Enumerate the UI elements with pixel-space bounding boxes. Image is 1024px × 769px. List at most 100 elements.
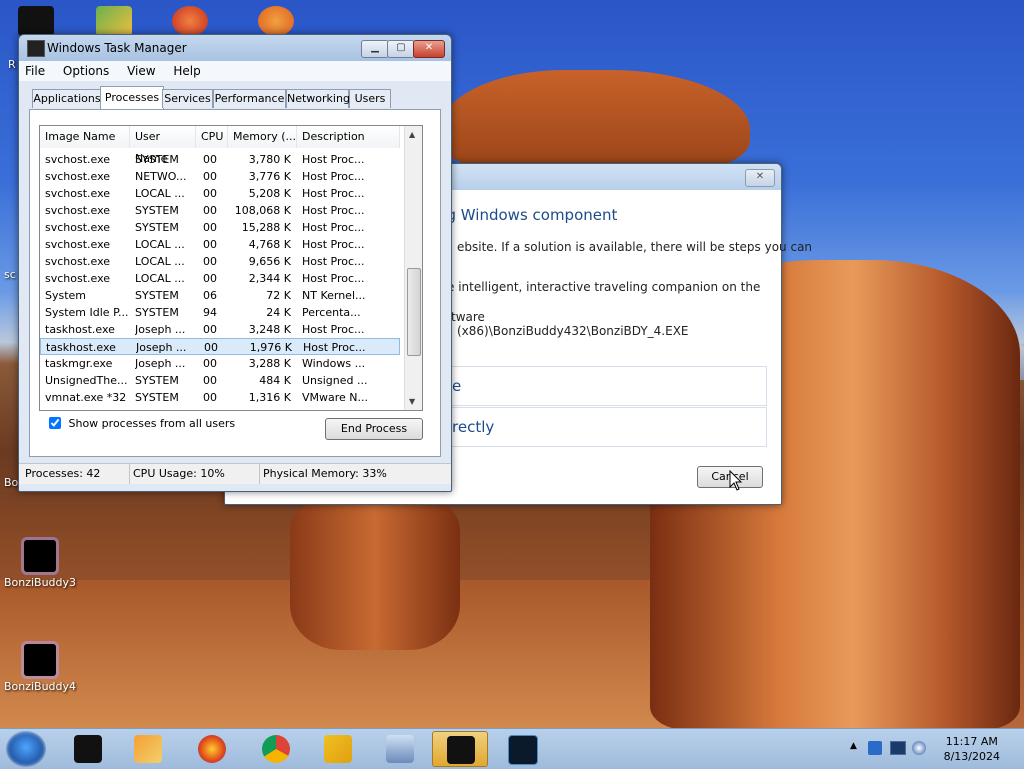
clock-time: 11:17 AM: [945, 735, 998, 748]
table-cell-cpu: 00: [203, 238, 217, 251]
app-icon[interactable]: [172, 6, 208, 36]
show-all-users-label[interactable]: Show processes from all users: [49, 417, 235, 430]
table-cell-mem: 5,208 K: [248, 187, 291, 200]
app2-icon[interactable]: [258, 6, 294, 36]
table-cell-user: Joseph ...: [136, 341, 187, 354]
column-header-image-name[interactable]: Image Name: [40, 126, 130, 148]
menu-bar: File Options View Help: [19, 61, 451, 81]
recycle-bin-icon[interactable]: [18, 6, 54, 36]
desktop-icon-bonzibuddy3[interactable]: BonziBuddy3: [0, 540, 80, 589]
table-cell-desc: Host Proc...: [302, 153, 365, 166]
close-button[interactable]: ✕: [413, 40, 445, 58]
dialog-close-button[interactable]: ✕: [745, 169, 775, 187]
menu-view[interactable]: View: [127, 64, 155, 78]
end-process-button[interactable]: End Process: [325, 418, 423, 440]
taskbar-item-keyboard-app[interactable]: [372, 731, 428, 767]
tab-processes[interactable]: Processes: [100, 86, 164, 109]
taskbar-item-firefox[interactable]: [184, 731, 240, 767]
clock[interactable]: 11:17 AM 8/13/2024: [944, 734, 1000, 764]
scrollbar-thumb[interactable]: [407, 268, 421, 356]
column-header-user-name[interactable]: User Name: [130, 126, 196, 165]
table-row[interactable]: svchost.exe SYSTEM 00 15,288 K Host Proc...: [40, 219, 400, 236]
table-row[interactable]: svchost.exe LOCAL ... 00 2,344 K Host Proc..…: [40, 270, 400, 287]
rock-formation: [290, 500, 460, 650]
tab-services[interactable]: Services: [162, 89, 213, 108]
table-cell-desc: Host Proc...: [302, 204, 365, 217]
table-cell-user: SYSTEM: [135, 289, 179, 302]
table-cell-mem: 72 K: [266, 289, 291, 302]
table-row[interactable]: UnsignedThe... SYSTEM 00 484 K Unsigned ...: [40, 372, 400, 389]
table-row[interactable]: svchost.exe SYSTEM 00 3,780 K Host Proc...: [40, 151, 400, 168]
table-cell-desc: Host Proc...: [302, 238, 365, 251]
table-row[interactable]: svchost.exe LOCAL ... 00 9,656 K Host Proc..…: [40, 253, 400, 270]
table-cell-cpu: 00: [203, 153, 217, 166]
table-row[interactable]: vmnat.exe *32 SYSTEM 00 1,316 K VMware N...: [40, 389, 400, 406]
task-manager-title-bar[interactable]: Windows Task Manager ▁ ▢ ✕: [19, 35, 451, 61]
dialog-text-line: ebsite. If a solution is available, ther…: [457, 240, 813, 254]
table-row[interactable]: svchost.exe LOCAL ... 00 4,768 K Host Proc..…: [40, 236, 400, 253]
documents-icon[interactable]: [96, 6, 132, 36]
table-row[interactable]: System SYSTEM 06 72 K NT Kernel...: [40, 287, 400, 304]
taskbar-item-network-app[interactable]: [310, 731, 366, 767]
table-cell-user: LOCAL ...: [135, 272, 185, 285]
table-row[interactable]: System Idle P... SYSTEM 94 24 K Percenta...: [40, 304, 400, 321]
table-cell-mem: 1,976 K: [249, 341, 292, 354]
process-list: Image Name User Name CPU Memory (... Des…: [39, 125, 423, 411]
table-cell-cpu: 00: [203, 187, 217, 200]
status-processes: Processes: 42: [19, 464, 130, 484]
table-cell-mem: 9,656 K: [248, 255, 291, 268]
table-cell-mem: 1,316 K: [248, 391, 291, 404]
table-cell-desc: Host Proc...: [302, 255, 365, 268]
menu-file[interactable]: File: [25, 64, 45, 78]
desktop-partial-label: Bo: [4, 476, 19, 489]
dialog-option-2[interactable]: rectly: [435, 407, 767, 447]
volume-tray-icon[interactable]: [912, 741, 926, 755]
performance-monitor-icon: [508, 735, 538, 765]
table-row[interactable]: taskmgr.exe Joseph ... 00 3,288 K Windows ..…: [40, 355, 400, 372]
table-cell-name: vmnat.exe *32: [45, 391, 127, 404]
vertical-scrollbar[interactable]: ▲ ▼: [404, 126, 422, 410]
start-button[interactable]: [6, 731, 46, 767]
scroll-up-arrow-icon[interactable]: ▲: [409, 130, 415, 139]
column-header-memory[interactable]: Memory (...: [228, 126, 297, 148]
tab-users[interactable]: Users: [349, 89, 391, 108]
dialog-heading: ng Windows component: [437, 206, 618, 224]
table-row[interactable]: taskhost.exe Joseph ... 00 3,248 K Host Proc…: [40, 321, 400, 338]
task-manager-app-icon: [447, 736, 475, 764]
minimize-button[interactable]: ▁: [361, 40, 389, 58]
column-header-cpu[interactable]: CPU: [196, 126, 228, 148]
tab-networking[interactable]: Networking: [286, 89, 350, 108]
show-hidden-icons-icon[interactable]: ▲: [850, 741, 857, 751]
table-cell-cpu: 00: [203, 204, 217, 217]
table-cell-cpu: 06: [203, 289, 217, 302]
display-tray-icon[interactable]: [890, 741, 906, 755]
taskbar-item-explorer[interactable]: [60, 731, 116, 767]
table-row[interactable]: taskhost.exe Joseph ... 00 1,976 K Host Proc…: [40, 338, 400, 355]
taskbar-item-media-player[interactable]: [120, 731, 176, 767]
column-header-description[interactable]: Description: [297, 126, 400, 148]
menu-help[interactable]: Help: [173, 64, 200, 78]
network-tray-icon[interactable]: [868, 741, 882, 755]
table-cell-mem: 3,780 K: [248, 153, 291, 166]
taskbar-item-task-manager[interactable]: [432, 731, 488, 767]
system-tray: ▲ 11:17 AM 8/13/2024: [844, 729, 1024, 769]
taskbar-item-performance-monitor[interactable]: [494, 731, 550, 767]
desktop-icon-bonzibuddy4[interactable]: BonziBuddy4: [0, 644, 80, 693]
tab-applications[interactable]: Applications: [32, 89, 102, 108]
table-row[interactable]: svchost.exe NETWO... 00 3,776 K Host Proc...: [40, 168, 400, 185]
show-all-users-checkbox[interactable]: [49, 417, 61, 429]
table-cell-user: SYSTEM: [135, 221, 179, 234]
scroll-down-arrow-icon[interactable]: ▼: [409, 397, 415, 406]
explorer-icon: [74, 735, 102, 763]
table-cell-cpu: 00: [203, 357, 217, 370]
taskbar-item-chrome[interactable]: [248, 731, 304, 767]
menu-options[interactable]: Options: [63, 64, 109, 78]
table-row[interactable]: svchost.exe SYSTEM 00 108,068 K Host Proc...: [40, 202, 400, 219]
tab-performance[interactable]: Performance: [213, 89, 286, 108]
table-cell-name: svchost.exe: [45, 272, 111, 285]
table-cell-desc: Host Proc...: [303, 341, 366, 354]
table-cell-mem: 108,068 K: [234, 204, 291, 217]
maximize-button[interactable]: ▢: [387, 40, 415, 58]
dialog-option-1[interactable]: e: [435, 366, 767, 406]
table-row[interactable]: svchost.exe LOCAL ... 00 5,208 K Host Proc..…: [40, 185, 400, 202]
